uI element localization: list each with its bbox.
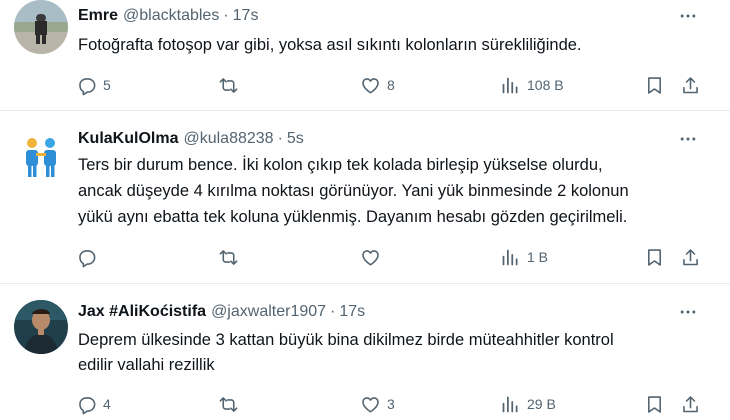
tweet-text-line: edilir vallahi rezillik	[78, 356, 215, 374]
reply-button[interactable]: 4	[76, 391, 111, 417]
separator: ·	[330, 303, 336, 320]
heart-icon	[362, 249, 379, 266]
bookmark-icon	[648, 395, 661, 413]
reply-count: 4	[103, 396, 111, 412]
retweet-button[interactable]	[218, 244, 245, 270]
action-bar: 1 B	[70, 244, 710, 270]
tweet-text-line: Deprem ülkesinde 3 kattan büyük bina dik…	[78, 331, 614, 349]
like-count: 8	[387, 77, 395, 93]
retweet-button[interactable]	[218, 72, 245, 98]
share-button[interactable]	[680, 244, 701, 270]
avatar[interactable]	[14, 129, 68, 183]
more-icon	[680, 137, 696, 141]
more-button[interactable]	[676, 301, 700, 323]
reply-button[interactable]: 5	[76, 72, 111, 98]
share-icon	[683, 76, 698, 93]
display-name[interactable]: Jax #AliKoćistifa	[78, 303, 206, 321]
more-button[interactable]	[676, 5, 700, 27]
share-icon	[683, 395, 698, 412]
tweet-header: Emre @blacktables · 17s	[78, 5, 258, 27]
like-count: 3	[387, 396, 395, 412]
views-icon	[502, 77, 518, 93]
views-count: 29 B	[527, 396, 556, 412]
tweet-text-line: yükü aynı ebatta tek koluna yüklenmiş. D…	[78, 208, 628, 226]
views-button[interactable]: 1 B	[500, 244, 548, 270]
avatar[interactable]	[14, 300, 68, 354]
retweet-icon	[219, 396, 238, 412]
bookmark-button[interactable]	[644, 72, 665, 98]
views-button[interactable]: 108 B	[500, 72, 564, 98]
tweet-kulakulolma[interactable]: KulaKulOlma @kula88238 · 5s Ters bir dur…	[0, 125, 730, 290]
heart-icon	[362, 77, 379, 94]
tweet-header: KulaKulOlma @kula88238 · 5s	[78, 128, 304, 150]
reply-button[interactable]	[76, 244, 103, 270]
reply-icon	[79, 77, 96, 95]
tweet-text: Ters bir durum bence. İki kolon çıkıp te…	[78, 152, 708, 230]
username[interactable]: @blacktables	[123, 7, 219, 25]
bookmark-icon	[648, 76, 661, 94]
reply-count: 5	[103, 77, 111, 93]
tweet-header: Jax #AliKoćistifa @jaxwalter1907 · 17s	[78, 301, 365, 323]
display-name[interactable]: KulaKulOlma	[78, 130, 178, 148]
tweet-text-line: ancak düşeyde 4 kırılma noktası görünüyo…	[78, 182, 629, 200]
avatar[interactable]	[14, 0, 68, 54]
reply-icon	[79, 396, 96, 414]
timestamp[interactable]: 17s	[339, 303, 365, 321]
divider	[0, 283, 730, 284]
retweet-icon	[219, 249, 238, 265]
tweet-text: Fotoğrafta fotoşop var gibi, yoksa asıl …	[78, 33, 708, 57]
display-name[interactable]: Emre	[78, 7, 118, 25]
views-icon	[502, 396, 518, 412]
timestamp[interactable]: 5s	[287, 130, 304, 148]
separator: ·	[223, 7, 229, 24]
bookmark-icon	[648, 248, 661, 266]
like-button[interactable]	[360, 244, 387, 270]
timestamp[interactable]: 17s	[233, 7, 259, 25]
share-icon	[683, 248, 698, 265]
username[interactable]: @jaxwalter1907	[211, 303, 326, 321]
retweet-button[interactable]	[218, 391, 245, 417]
bookmark-button[interactable]	[644, 391, 665, 417]
views-count: 1 B	[527, 249, 549, 265]
separator: ·	[277, 130, 283, 147]
share-button[interactable]	[680, 391, 701, 417]
like-button[interactable]: 8	[360, 72, 395, 98]
tweet-text-line: Ters bir durum bence. İki kolon çıkıp te…	[78, 156, 603, 174]
tweet-text: Deprem ülkesinde 3 kattan büyük bina dik…	[78, 328, 708, 378]
more-button[interactable]	[676, 128, 700, 150]
bookmark-button[interactable]	[644, 244, 665, 270]
reply-icon	[79, 249, 96, 267]
divider	[0, 110, 730, 111]
views-button[interactable]: 29 B	[500, 391, 556, 417]
retweet-icon	[219, 77, 238, 93]
tweet-emre[interactable]: Emre @blacktables · 17s Fotoğrafta fotoş…	[0, 0, 730, 110]
tweet-jax[interactable]: Jax #AliKoćistifa @jaxwalter1907 · 17s D…	[0, 298, 730, 420]
more-icon	[680, 310, 696, 314]
like-button[interactable]: 3	[360, 391, 395, 417]
views-icon	[502, 249, 518, 265]
action-bar: 5 8 108 B	[70, 72, 710, 98]
username[interactable]: @kula88238	[183, 130, 273, 148]
more-icon	[680, 14, 696, 18]
views-count: 108 B	[527, 77, 564, 93]
heart-icon	[362, 396, 379, 413]
action-bar: 4 3 29 B	[70, 391, 710, 417]
tweet-text-line: Fotoğrafta fotoşop var gibi, yoksa asıl …	[78, 36, 582, 54]
share-button[interactable]	[680, 72, 701, 98]
